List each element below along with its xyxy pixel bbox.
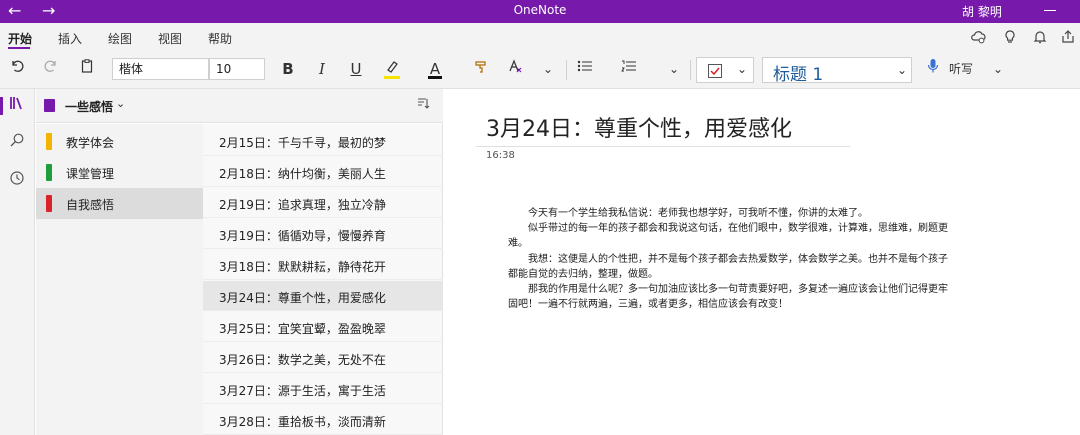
toolbar-divider (566, 60, 567, 80)
page-label: 3月18日：默默耕耘，静待花开 (219, 260, 386, 274)
active-nav-indicator (0, 97, 3, 115)
section-color-tab (46, 164, 52, 181)
page-label: 3月19日：循循劝导，慢慢养育 (219, 229, 386, 243)
page-canvas[interactable]: 3月24日：尊重个性，用爱感化 16:38 今天有一个学生给我私信说：老师我也想… (444, 89, 1080, 435)
page-label: 3月24日：尊重个性，用爱感化 (219, 291, 386, 305)
note-paragraph[interactable]: 我想：这便是人的个性把，并不是每个孩子都会去热爱数学，体会数学之美。也并不是每个… (508, 252, 948, 282)
font-color-button[interactable]: A (424, 58, 446, 80)
page-label: 3月25日：宜笑宜颦，盈盈晚翠 (219, 322, 386, 336)
section-color-tab (46, 195, 52, 212)
tab-help[interactable]: 帮助 (208, 30, 232, 47)
page-item[interactable]: 3月18日：默默耕耘，静待花开 (203, 250, 443, 280)
redo-icon[interactable] (40, 58, 62, 80)
style-dropdown[interactable]: 标题 1 ⌄ (762, 57, 912, 85)
tab-insert[interactable]: 插入 (58, 30, 82, 47)
page-timestamp: 16:38 (486, 150, 515, 161)
bell-icon[interactable] (1032, 29, 1048, 45)
style-chevron-icon: ⌄ (897, 63, 908, 77)
page-item[interactable]: 2月18日：纳什均衡，美丽人生 (203, 157, 443, 187)
page-item[interactable]: 3月19日：循循劝导，慢慢养育 (203, 219, 443, 249)
note-paragraph[interactable]: 今天有一个学生给我私信说：老师我也想学好，可我听不懂，你讲的太难了。 (508, 206, 948, 221)
sync-status-icon[interactable] (970, 29, 986, 45)
toolbar-divider (690, 60, 691, 80)
note-paragraph[interactable]: 似乎带过的每一年的孩子都会和我说这句话，在他们眼中，数学很难，计算难，思维难，刷… (508, 221, 948, 251)
tag-chevron-icon: ⌄ (737, 62, 748, 76)
font-name-field[interactable]: 楷体 (112, 58, 209, 80)
page-label: 2月19日：追求真理，独立冷静 (219, 198, 386, 212)
section-label: 自我感悟 (66, 198, 115, 212)
tab-home[interactable]: 开始 (8, 30, 32, 47)
page-title[interactable]: 3月24日：尊重个性，用爱感化 (486, 111, 792, 143)
sort-pages-icon[interactable] (416, 96, 430, 114)
notebook-chevron-down-icon[interactable]: ⌄ (116, 97, 125, 110)
clipboard-icon[interactable] (76, 58, 98, 80)
page-item[interactable]: 3月27日：源于生活，寓于生活 (203, 374, 443, 404)
bold-button[interactable]: B (278, 58, 298, 80)
bullet-list-icon[interactable] (574, 58, 596, 80)
page-label: 2月15日：千与千寻，最初的梦 (219, 136, 386, 150)
title-bar: ← → OneNote 胡 黎明 (0, 0, 1080, 23)
search-icon[interactable] (4, 132, 30, 154)
section-label: 课堂管理 (66, 167, 115, 181)
notebook-header[interactable]: 一些感悟 ⌄ (36, 89, 443, 123)
active-tab-indicator (8, 47, 30, 49)
todo-checkbox-icon (707, 63, 723, 82)
section-color-tab (46, 133, 52, 150)
page-item[interactable]: 3月26日：数学之美，无处不在 (203, 343, 443, 373)
microphone-icon[interactable] (924, 58, 942, 80)
page-label: 3月26日：数学之美，无处不在 (219, 353, 386, 367)
user-name[interactable]: 胡 黎明 (962, 3, 1002, 20)
more-paragraph-chevron-icon[interactable]: ⌄ (664, 58, 684, 80)
app-title: OneNote (513, 3, 567, 17)
tag-dropdown[interactable]: ⌄ (696, 57, 754, 83)
section-list: 教学体会 课堂管理 自我感悟 (36, 124, 203, 435)
minimize-icon[interactable] (1044, 10, 1056, 11)
undo-icon[interactable] (6, 58, 28, 80)
lightbulb-icon[interactable] (1002, 29, 1018, 45)
section-label: 教学体会 (66, 136, 115, 150)
tab-draw[interactable]: 绘图 (108, 30, 132, 47)
clear-formatting-icon[interactable] (504, 58, 526, 80)
note-paragraph[interactable]: 那我的作用是什么呢？多一句加油应该比多一句苛责要好吧，多复述一遍应该会让他们记得… (508, 282, 948, 312)
page-label: 3月28日：重拾板书，淡而清新 (219, 415, 386, 429)
recent-notes-icon[interactable] (4, 170, 30, 192)
navigation-rail (0, 89, 35, 435)
numbered-list-icon[interactable] (618, 58, 640, 80)
notebook-icon (44, 99, 55, 112)
ribbon-tabs: 开始 插入 绘图 视图 帮助 (0, 23, 1080, 50)
style-value: 标题 1 (773, 65, 824, 85)
page-item[interactable]: 3月25日：宜笑宜颦，盈盈晚翠 (203, 312, 443, 342)
page-list: 2月15日：千与千寻，最初的梦 2月18日：纳什均衡，美丽人生 2月19日：追求… (203, 124, 443, 435)
page-item[interactable]: 3月28日：重拾板书，淡而清新 (203, 405, 443, 435)
note-body[interactable]: 今天有一个学生给我私信说：老师我也想学好，可我听不懂，你讲的太难了。 似乎带过的… (508, 206, 948, 312)
page-label: 2月18日：纳什均衡，美丽人生 (219, 167, 386, 181)
notebook-name[interactable]: 一些感悟 (65, 98, 113, 115)
format-painter-icon[interactable] (470, 58, 492, 80)
font-color-swatch (428, 76, 442, 79)
highlight-button[interactable] (380, 58, 404, 80)
dictate-button[interactable]: 听写 (946, 58, 976, 80)
underline-button[interactable]: U (346, 58, 366, 80)
ribbon-toolbar: 楷体 10 B I U A ⌄ ⌄ ⌄ 标题 1 ⌄ 听写 ⌄ (0, 50, 1080, 89)
page-label: 3月27日：源于生活，寓于生活 (219, 384, 386, 398)
share-icon[interactable] (1060, 29, 1076, 45)
italic-button[interactable]: I (312, 58, 332, 80)
section-item-teaching[interactable]: 教学体会 (36, 126, 203, 157)
more-formatting-chevron-icon[interactable]: ⌄ (538, 58, 558, 80)
font-size-field[interactable]: 10 (209, 58, 265, 80)
notebooks-icon[interactable] (4, 95, 30, 117)
page-item-selected[interactable]: 3月24日：尊重个性，用爱感化 (203, 281, 443, 311)
highlight-color-swatch (384, 76, 400, 79)
dictate-chevron-icon[interactable]: ⌄ (988, 58, 1008, 80)
section-item-classroom[interactable]: 课堂管理 (36, 157, 203, 188)
section-item-reflection[interactable]: 自我感悟 (36, 188, 203, 219)
page-item[interactable]: 2月15日：千与千寻，最初的梦 (203, 126, 443, 156)
page-item[interactable]: 2月19日：追求真理，独立冷静 (203, 188, 443, 218)
tab-view[interactable]: 视图 (158, 30, 182, 47)
title-divider (476, 146, 850, 147)
